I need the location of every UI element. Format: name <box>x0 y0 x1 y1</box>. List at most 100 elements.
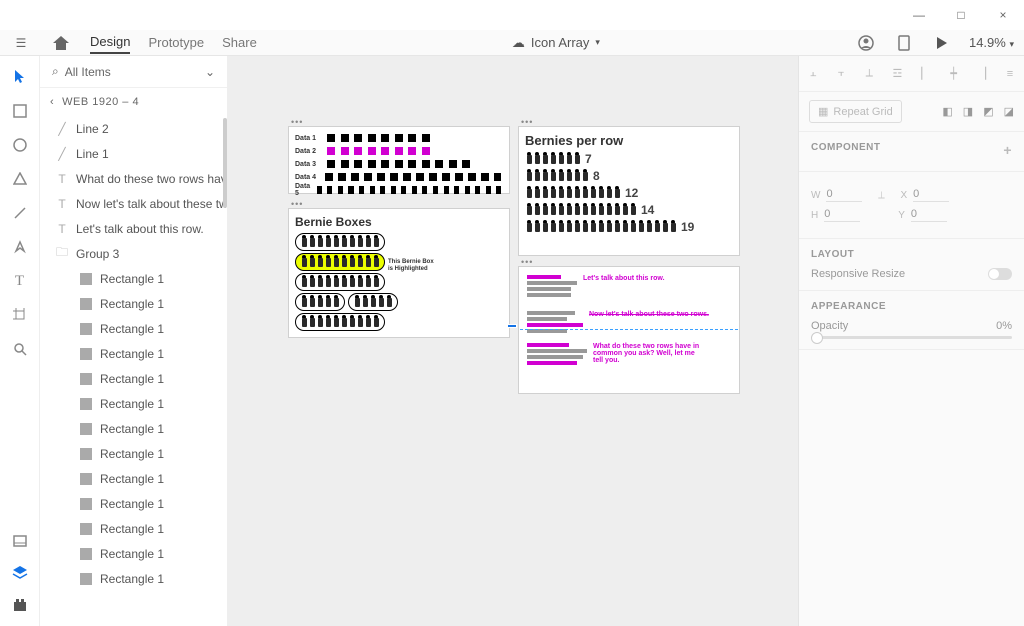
layer-item[interactable]: Rectangle 1 <box>40 491 227 516</box>
layer-item[interactable]: TLet's talk about this row. <box>40 216 227 241</box>
height-field[interactable]: 0 <box>824 208 860 222</box>
opacity-value: 0% <box>996 320 1012 332</box>
align-top-icon[interactable]: ⫠ <box>805 67 821 81</box>
tool-rail: T <box>0 56 40 626</box>
bool-exc-icon[interactable]: ◪ <box>1004 105 1014 118</box>
main-menu-icon[interactable]: ☰ <box>10 32 32 54</box>
layer-item[interactable]: Rectangle 1 <box>40 416 227 441</box>
layer-item[interactable]: ╱Line 1 <box>40 141 227 166</box>
align-left-icon[interactable]: ▏ <box>918 67 934 81</box>
layer-item[interactable]: TNow let's talk about these two ro… <box>40 191 227 216</box>
device-preview-icon[interactable] <box>893 32 915 54</box>
layer-item[interactable]: Rectangle 1 <box>40 291 227 316</box>
plugins-panel-icon[interactable] <box>9 594 31 616</box>
layer-item[interactable]: Rectangle 1 <box>40 466 227 491</box>
home-icon[interactable] <box>50 32 72 54</box>
responsive-label: Responsive Resize <box>811 268 905 280</box>
canvas[interactable]: ••• Data 1Data 2Data 3Data 4Data 5 ••• B… <box>228 56 798 626</box>
layer-item[interactable]: Rectangle 1 <box>40 566 227 591</box>
align-right-icon[interactable]: ▕ <box>974 67 990 81</box>
rectangle-tool[interactable] <box>9 100 31 122</box>
align-vdist-icon[interactable]: ☲ <box>889 67 905 81</box>
window-maximize[interactable]: □ <box>940 0 982 30</box>
grid-icon: ▦ <box>818 105 828 118</box>
width-field[interactable]: 0 <box>826 188 862 202</box>
chevron-down-icon: ⌄ <box>205 65 215 79</box>
align-hdist-icon[interactable]: ≡ <box>1002 67 1018 81</box>
artboard-menu-icon[interactable]: ••• <box>521 117 533 127</box>
align-hmid-icon[interactable]: ┿ <box>946 67 962 81</box>
layer-item[interactable]: Rectangle 1 <box>40 316 227 341</box>
layer-item[interactable]: ╱Line 2 <box>40 116 227 141</box>
artboard-text-rows[interactable]: ••• Let's talk about this row. Now let's… <box>518 266 740 394</box>
all-items-label: All Items <box>65 65 111 79</box>
layer-item[interactable]: Rectangle 1 <box>40 341 227 366</box>
layer-item[interactable]: 🗀Group 3 <box>40 241 227 266</box>
doc-name-label: Icon Array <box>531 35 590 50</box>
layout-heading: LAYOUT <box>811 249 1012 260</box>
artboard-menu-icon[interactable]: ••• <box>291 199 303 209</box>
back-chevron-icon[interactable]: ‹ <box>50 96 54 108</box>
bernie-boxes-title: Bernie Boxes <box>295 215 503 229</box>
opacity-label: Opacity <box>811 320 848 332</box>
opacity-slider[interactable] <box>811 336 1012 339</box>
select-tool[interactable] <box>9 66 31 88</box>
layer-item[interactable]: Rectangle 1 <box>40 266 227 291</box>
zoom-level[interactable]: 14.9% ▾ <box>969 35 1014 50</box>
add-component-icon[interactable]: + <box>1003 142 1012 158</box>
artboard-tool[interactable] <box>9 304 31 326</box>
layers-panel-icon[interactable] <box>9 562 31 584</box>
annotation-1: Let's talk about this row. <box>583 275 665 297</box>
y-field[interactable]: 0 <box>911 208 947 222</box>
artboard-menu-icon[interactable]: ••• <box>291 117 303 127</box>
layer-item[interactable]: Rectangle 1 <box>40 516 227 541</box>
tab-design[interactable]: Design <box>90 31 130 54</box>
assets-panel-icon[interactable] <box>9 530 31 552</box>
layer-item[interactable]: TWhat do these two rows have in… <box>40 166 227 191</box>
document-title[interactable]: ☁ Icon Array ▾ <box>257 35 855 51</box>
profile-icon[interactable] <box>855 32 877 54</box>
breadcrumb[interactable]: ‹ WEB 1920 – 4 <box>40 88 227 116</box>
repeat-grid-button[interactable]: ▦ Repeat Grid <box>809 100 902 123</box>
artboard-menu-icon[interactable]: ••• <box>521 257 533 267</box>
artboard-bernie-boxes[interactable]: ••• Bernie Boxes This Bernie Boxis Highl… <box>288 208 510 338</box>
align-vmid-icon[interactable]: ⫟ <box>833 67 849 81</box>
polygon-tool[interactable] <box>9 168 31 190</box>
zoom-tool[interactable] <box>9 338 31 360</box>
x-field[interactable]: 0 <box>913 188 949 202</box>
annotation-3: What do these two rows have in common yo… <box>593 343 703 365</box>
artboard-bernies-per-row[interactable]: ••• Bernies per row 78121419 <box>518 126 740 256</box>
window-minimize[interactable]: — <box>898 0 940 30</box>
properties-panel: ⫠ ⫟ ⟂ ☲ ▏ ┿ ▕ ≡ ▦ Repeat Grid ◧ ◨ ◩ ◪ <box>798 56 1024 626</box>
artboard-icon-array[interactable]: ••• Data 1Data 2Data 3Data 4Data 5 <box>288 126 510 194</box>
layer-item[interactable]: Rectangle 1 <box>40 541 227 566</box>
align-bottom-icon[interactable]: ⟂ <box>861 67 877 81</box>
bool-add-icon[interactable]: ◧ <box>942 105 952 118</box>
layer-item[interactable]: Rectangle 1 <box>40 366 227 391</box>
component-heading: COMPONENT <box>811 142 881 153</box>
search-icon: ⌕ <box>52 64 59 79</box>
all-items-dropdown[interactable]: ⌕ All Items ⌄ <box>40 56 227 88</box>
layers-list: ╱Line 2╱Line 1TWhat do these two rows ha… <box>40 116 227 626</box>
play-icon[interactable] <box>931 32 953 54</box>
align-row: ⫠ ⫟ ⟂ ☲ ▏ ┿ ▕ ≡ <box>799 56 1024 92</box>
appearance-heading: APPEARANCE <box>811 301 1012 312</box>
selection-handle[interactable] <box>507 324 517 328</box>
line-tool[interactable] <box>9 202 31 224</box>
layer-item[interactable]: Rectangle 1 <box>40 391 227 416</box>
tab-prototype[interactable]: Prototype <box>148 32 204 53</box>
breadcrumb-label: WEB 1920 – 4 <box>62 96 139 108</box>
ellipse-tool[interactable] <box>9 134 31 156</box>
dashed-divider <box>520 329 738 330</box>
bernies-title: Bernies per row <box>525 133 733 148</box>
tab-share[interactable]: Share <box>222 32 257 53</box>
text-tool[interactable]: T <box>9 270 31 292</box>
layer-item[interactable]: Rectangle 1 <box>40 441 227 466</box>
bool-sub-icon[interactable]: ◨ <box>963 105 973 118</box>
scrollbar[interactable] <box>223 118 227 208</box>
window-close[interactable]: × <box>982 0 1024 30</box>
pen-tool[interactable] <box>9 236 31 258</box>
responsive-toggle[interactable] <box>988 268 1012 280</box>
lock-aspect-icon[interactable]: ⟂ <box>874 188 888 202</box>
bool-int-icon[interactable]: ◩ <box>983 105 993 118</box>
